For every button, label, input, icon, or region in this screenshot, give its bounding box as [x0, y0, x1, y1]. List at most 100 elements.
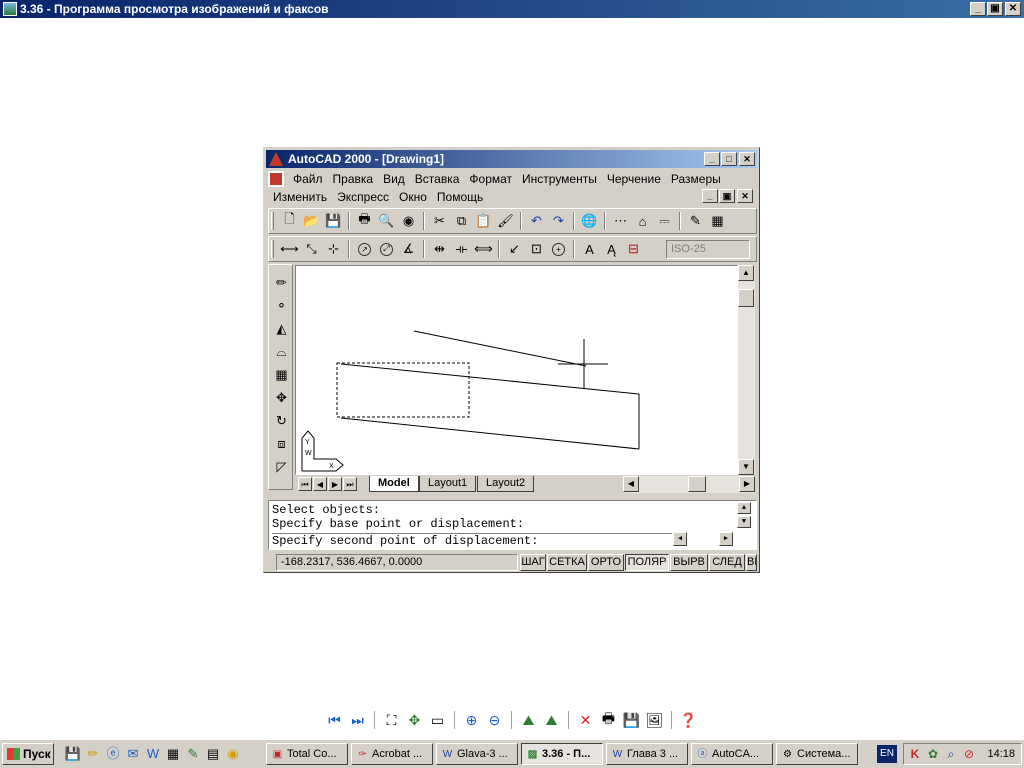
- command-prompt[interactable]: Specify second point of displacement:: [272, 533, 672, 548]
- save-icon[interactable]: 💾: [323, 211, 344, 232]
- scroll-thumb[interactable]: [738, 289, 754, 307]
- browser-icon[interactable]: 🌐: [579, 211, 600, 232]
- menu-express[interactable]: Экспресс: [332, 190, 394, 204]
- autocad-close-button[interactable]: ✕: [739, 152, 755, 166]
- snap-toggle[interactable]: ШАГ: [520, 554, 546, 571]
- scroll-left-icon[interactable]: ◀: [623, 476, 639, 492]
- quicklaunch-app-icon[interactable]: ▦: [164, 745, 182, 763]
- doc-close-button[interactable]: ✕: [737, 189, 753, 203]
- baseline-dimension-icon[interactable]: ⟛: [451, 239, 472, 260]
- doc-restore-button[interactable]: ▣: [719, 189, 735, 203]
- autocad-minimize-button[interactable]: _: [704, 152, 720, 166]
- last-tab-icon[interactable]: ⏭: [343, 477, 357, 491]
- copy-icon[interactable]: ⧉: [451, 211, 472, 232]
- next-tab-icon[interactable]: ▶: [328, 477, 342, 491]
- task-acrobat[interactable]: ✑ Acrobat ...: [351, 743, 433, 765]
- object-snap-icon[interactable]: ⋯: [610, 211, 631, 232]
- print-icon[interactable]: 🖶: [599, 710, 618, 730]
- ucs-icon[interactable]: ⌂: [632, 211, 653, 232]
- match-properties-icon[interactable]: 🖌: [495, 211, 516, 232]
- prev-tab-icon[interactable]: ◀: [313, 477, 327, 491]
- distance-icon[interactable]: ⎓: [654, 211, 675, 232]
- quick-dimension-icon[interactable]: ⇹: [429, 239, 450, 260]
- task-glava-3-ru[interactable]: W Глава 3 ...: [606, 743, 688, 765]
- array-icon[interactable]: ▦: [272, 365, 291, 385]
- cmd-scroll-right-icon[interactable]: ▶: [719, 532, 733, 546]
- scale-icon[interactable]: ⧈: [272, 434, 291, 454]
- lwt-toggle[interactable]: ВЕ: [746, 554, 757, 571]
- previous-image-icon[interactable]: ⏮: [325, 711, 344, 730]
- center-mark-icon[interactable]: +: [548, 239, 569, 260]
- new-icon[interactable]: 🗋: [279, 211, 300, 232]
- rotate-icon[interactable]: ↻: [272, 411, 291, 431]
- menu-view[interactable]: Вид: [378, 172, 410, 186]
- scroll-down-icon[interactable]: ▼: [738, 459, 754, 475]
- undo-icon[interactable]: ↶: [526, 211, 547, 232]
- dimension-update-icon[interactable]: ⊟: [623, 239, 644, 260]
- kaspersky-icon[interactable]: K: [907, 746, 923, 762]
- best-fit-icon[interactable]: ⛶: [382, 711, 401, 730]
- document-icon[interactable]: [268, 171, 284, 187]
- quicklaunch-media-icon[interactable]: ◉: [224, 745, 242, 763]
- first-tab-icon[interactable]: ⏮: [298, 477, 312, 491]
- drawing-area[interactable]: Y W X: [295, 265, 738, 475]
- copy-to-icon[interactable]: 💾: [622, 711, 641, 730]
- scroll-right-icon[interactable]: ▶: [739, 476, 755, 492]
- tray-network-icon[interactable]: ⊘: [961, 746, 977, 762]
- menu-edit[interactable]: Правка: [328, 172, 379, 186]
- autocad-maximize-button[interactable]: □: [721, 152, 737, 166]
- tab-model[interactable]: Model: [369, 476, 419, 492]
- autocad-title-bar[interactable]: AutoCAD 2000 - [Drawing1] _ □ ✕: [266, 150, 757, 168]
- cut-icon[interactable]: ✂: [429, 211, 450, 232]
- offset-icon[interactable]: ⌓: [272, 342, 291, 362]
- menu-format[interactable]: Формат: [464, 172, 517, 186]
- otrack-toggle[interactable]: СЛЕД: [709, 554, 745, 571]
- viewer-title-bar[interactable]: 3.36 - Программа просмотра изображений и…: [0, 0, 1024, 18]
- zoom-out-icon[interactable]: ⊖: [485, 711, 504, 730]
- horizontal-scrollbar[interactable]: ◀ ▶: [623, 476, 755, 493]
- osnap-toggle[interactable]: ВЫРВ: [670, 554, 708, 571]
- tray-search-icon[interactable]: ⌕: [943, 746, 959, 762]
- tab-layout1[interactable]: Layout1: [419, 476, 477, 492]
- quicklaunch-tool-icon[interactable]: ✎: [184, 745, 202, 763]
- menu-draw[interactable]: Черчение: [602, 172, 666, 186]
- linear-dimension-icon[interactable]: ⟷: [279, 239, 300, 260]
- quicklaunch-ie-icon[interactable]: ⓔ: [104, 745, 122, 763]
- menu-tools[interactable]: Инструменты: [517, 172, 602, 186]
- dimension-text-edit-icon[interactable]: Ą: [601, 239, 622, 260]
- menu-modify[interactable]: Изменить: [268, 190, 332, 204]
- spelling-icon[interactable]: ◉: [398, 211, 419, 232]
- command-window[interactable]: Select objects: Specify base point or di…: [268, 500, 757, 550]
- rotate-clockwise-icon[interactable]: ⛰: [519, 711, 538, 730]
- polar-toggle[interactable]: ПОЛЯР: [625, 554, 669, 571]
- move-icon[interactable]: ✥: [272, 388, 291, 408]
- maximize-button[interactable]: ▣: [987, 2, 1003, 16]
- erase-icon[interactable]: ✏: [272, 273, 291, 293]
- ortho-toggle[interactable]: ОРТО: [588, 554, 624, 571]
- radius-dimension-icon[interactable]: ↗: [354, 239, 375, 260]
- task-glava-3[interactable]: W Glava-3 ...: [436, 743, 518, 765]
- angular-dimension-icon[interactable]: ∡: [398, 239, 419, 260]
- paste-icon[interactable]: 📋: [473, 211, 494, 232]
- task-system[interactable]: ⚙ Система...: [776, 743, 858, 765]
- edit-icon[interactable]: 🖼: [645, 711, 664, 730]
- minimize-button[interactable]: _: [970, 2, 986, 16]
- quicklaunch-word-icon[interactable]: W: [144, 745, 162, 763]
- vertical-scrollbar[interactable]: ▲ ▼: [738, 265, 755, 475]
- close-button[interactable]: ✕: [1005, 2, 1021, 16]
- start-button[interactable]: Пуск: [2, 743, 54, 765]
- hscroll-thumb[interactable]: [688, 476, 706, 492]
- leader-icon[interactable]: ↙: [504, 239, 525, 260]
- open-icon[interactable]: 📂: [301, 211, 322, 232]
- stretch-icon[interactable]: ◸: [272, 457, 291, 477]
- quicklaunch-explorer-icon[interactable]: ▤: [204, 745, 222, 763]
- tray-app-icon[interactable]: ✿: [925, 746, 941, 762]
- actual-size-icon[interactable]: ✥: [405, 711, 424, 730]
- language-indicator[interactable]: EN: [877, 745, 897, 763]
- ordinate-dimension-icon[interactable]: ⊹: [323, 239, 344, 260]
- menu-insert[interactable]: Вставка: [410, 172, 465, 186]
- tolerance-icon[interactable]: ⊡: [526, 239, 547, 260]
- copy-object-icon[interactable]: ⚬: [272, 296, 291, 316]
- delete-icon[interactable]: ✕: [576, 711, 595, 730]
- redo-icon[interactable]: ↷: [548, 211, 569, 232]
